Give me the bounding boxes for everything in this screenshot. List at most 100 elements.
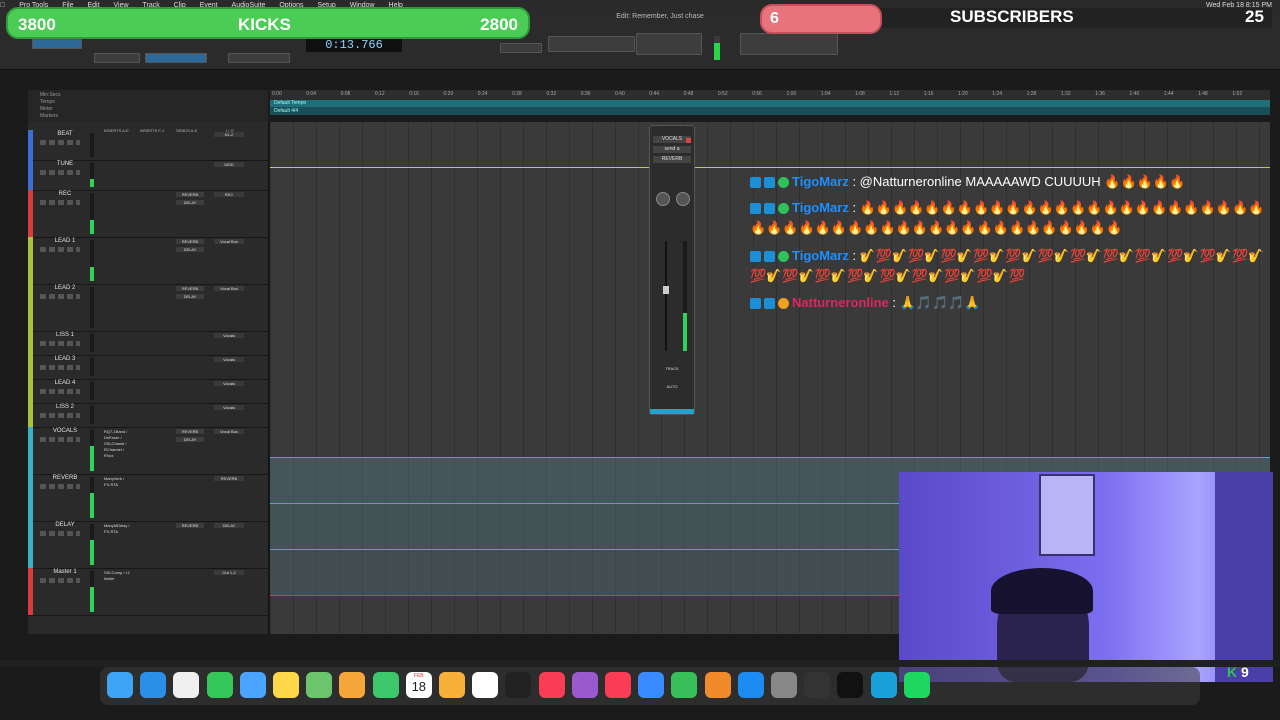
track-name[interactable]: LISS 1 (36, 332, 94, 338)
pan-knob[interactable] (676, 192, 690, 206)
appstore-icon[interactable] (737, 672, 764, 698)
track-send[interactable]: DELAY (176, 247, 204, 252)
track-row[interactable]: LEAD 4 Vocals (28, 379, 268, 404)
safari-icon[interactable] (140, 672, 167, 698)
track-row[interactable]: Master 1 SSLComp / L1 limiter Out 1-2 (28, 568, 268, 616)
track-io[interactable]: Vocals (214, 357, 244, 362)
track-inserts[interactable]: RQ7-1Band / DeEsser / SSLChanel / RChann… (104, 429, 130, 459)
track-io[interactable]: REVERB (214, 476, 244, 481)
reminders-icon[interactable] (472, 672, 499, 698)
appletv-icon[interactable] (505, 672, 532, 698)
track-row[interactable]: LEAD 3 Vocals (28, 355, 268, 380)
track-row[interactable]: LEAD 1 REVERB DELAY Vocal Bus (28, 237, 268, 285)
finder-icon[interactable] (107, 672, 133, 698)
track-record-solo-mute-buttons[interactable] (40, 437, 80, 442)
track-name[interactable]: Master 1 (36, 569, 94, 575)
track-record-solo-mute-buttons[interactable] (40, 200, 80, 205)
pages-icon[interactable] (439, 672, 465, 698)
track-io[interactable]: MOD (214, 162, 244, 167)
track-send[interactable]: DELAY (176, 437, 204, 442)
ilok-icon[interactable] (837, 672, 864, 698)
track-io[interactable]: DELAY (214, 523, 244, 528)
track-io[interactable]: A1-2 (214, 132, 244, 137)
track-name[interactable]: LEAD 3 (36, 356, 94, 362)
tempo-ruler[interactable]: Default Tempo (270, 100, 1270, 107)
track-record-solo-mute-buttons[interactable] (40, 413, 80, 418)
track-name[interactable]: LISS 2 (36, 404, 94, 410)
pan-knob[interactable] (656, 192, 670, 206)
messages-icon[interactable] (206, 672, 233, 698)
volume-fader[interactable] (663, 286, 669, 294)
news-icon[interactable] (605, 672, 631, 698)
track-send[interactable]: DELAY (176, 200, 204, 205)
track-name[interactable]: LEAD 4 (36, 380, 94, 386)
track-name[interactable]: LEAD 1 (36, 238, 94, 244)
pages-icon[interactable] (704, 672, 731, 698)
track-record-solo-mute-buttons[interactable] (40, 389, 80, 394)
music-icon[interactable] (538, 672, 565, 698)
track-name[interactable]: REC (36, 191, 94, 197)
track-io[interactable]: Vocals (214, 381, 244, 386)
garageband-icon[interactable] (804, 672, 831, 698)
keynote-icon[interactable] (638, 672, 665, 698)
track-record-solo-mute-buttons[interactable] (40, 247, 80, 252)
midi-controls[interactable] (740, 33, 838, 55)
track-record-solo-mute-buttons[interactable] (40, 578, 80, 583)
track-send[interactable]: REVERB (176, 523, 204, 528)
track-row[interactable]: LEAD 2 REVERB DELAY Vocal Bus (28, 284, 268, 332)
track-row[interactable]: VOCALS RQ7-1Band / DeEsser / SSLChanel / … (28, 427, 268, 475)
edit-tools[interactable] (145, 53, 207, 63)
track-io[interactable]: Vocal Bus (214, 286, 244, 291)
strip-send[interactable]: send a (653, 146, 691, 153)
track-io[interactable]: REC (214, 192, 244, 197)
calendar-icon[interactable]: 18 FEB (405, 672, 432, 698)
track-inserts[interactable]: SSLComp / L1 limiter (104, 570, 130, 582)
menu-apple-icon[interactable]:  (0, 0, 5, 11)
system-prefs-icon[interactable] (771, 672, 797, 698)
track-name[interactable]: REVERB (36, 475, 94, 481)
track-io[interactable]: Vocal Bus (214, 239, 244, 244)
track-row[interactable]: LISS 1 Vocals (28, 331, 268, 356)
track-row[interactable]: LISS 2 Vocals (28, 403, 268, 428)
track-row[interactable]: BEAT A1-2 (28, 130, 268, 161)
notes-icon[interactable] (273, 672, 299, 698)
track-name[interactable]: DELAY (36, 522, 94, 528)
track-record-solo-mute-buttons[interactable] (40, 484, 80, 489)
transport-controls[interactable] (548, 36, 635, 52)
track-inserts[interactable]: ManyMDelay / FX-RTA (104, 523, 130, 535)
track-row[interactable]: REC REVERB DELAY REC (28, 190, 268, 238)
track-send[interactable]: REVERB (176, 192, 204, 197)
edit-mode-button[interactable] (32, 39, 82, 49)
track-io[interactable]: Vocals (214, 333, 244, 338)
track-inserts[interactable]: ManyVerb / FX-RTA (104, 476, 130, 488)
meter-ruler[interactable]: Default 4/4 (270, 107, 1270, 115)
track-send[interactable]: REVERB (176, 429, 204, 434)
track-io[interactable]: Vocal Bus (214, 429, 244, 434)
grid-value[interactable] (500, 43, 542, 53)
track-io[interactable]: Out 1-2 (214, 570, 244, 575)
track-send[interactable]: REVERB (176, 239, 204, 244)
track-record-solo-mute-buttons[interactable] (40, 531, 80, 536)
track-name[interactable]: LEAD 2 (36, 285, 94, 291)
mail-icon[interactable] (239, 672, 266, 698)
track-io[interactable]: Vocals (214, 405, 244, 410)
obs-icon[interactable] (870, 672, 897, 698)
track-record-solo-mute-buttons[interactable] (40, 341, 80, 346)
maps-icon[interactable] (306, 672, 333, 698)
track-row[interactable]: DELAY ManyMDelay / FX-RTA REVERB DELAY (28, 521, 268, 569)
close-icon[interactable] (686, 138, 691, 143)
numbers-icon[interactable] (671, 672, 698, 698)
strip-bus[interactable]: REVERB (653, 156, 691, 163)
grid-nudge-buttons[interactable] (228, 53, 290, 63)
track-record-solo-mute-buttons[interactable] (40, 140, 80, 145)
track-row[interactable]: TUNE MOD (28, 160, 268, 191)
track-send[interactable]: REVERB (176, 286, 204, 291)
track-send[interactable]: DELAY (176, 294, 204, 299)
track-row[interactable]: REVERB ManyVerb / FX-RTA REVERB (28, 474, 268, 522)
facetime-icon[interactable] (372, 672, 399, 698)
track-record-solo-mute-buttons[interactable] (40, 294, 80, 299)
timeline-ruler[interactable]: 0:00 0:04 0:08 0:12 0:16 0:20 0:24 0:28 0:32 0:36… (270, 90, 1270, 100)
launchpad-icon[interactable] (173, 672, 200, 698)
spotify-icon[interactable] (903, 672, 930, 698)
zoom-buttons[interactable] (94, 53, 140, 63)
